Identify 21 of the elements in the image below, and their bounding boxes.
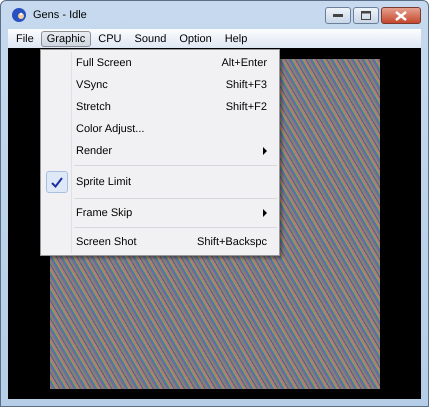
menu-entry[interactable]: Stretch Shift+F2 [41, 96, 279, 118]
window-title: Gens - Idle [33, 9, 88, 21]
menu-entry[interactable]: Full Screen Alt+Enter [41, 52, 279, 74]
menu-item[interactable]: Graphic [40, 30, 92, 46]
maximize-button[interactable] [353, 7, 379, 24]
close-button[interactable] [381, 7, 421, 24]
menu-entry[interactable]: Screen Shot Shift+Backspc [41, 231, 279, 253]
menu-item[interactable]: Help [218, 30, 254, 46]
menu-entry[interactable]: Color Adjust... [41, 118, 279, 140]
close-icon [395, 10, 407, 20]
menu-item[interactable]: File [10, 30, 40, 46]
menu-item[interactable]: Sound [128, 30, 172, 46]
menu-item[interactable]: Option [173, 30, 218, 46]
menu-item[interactable]: CPU [92, 30, 128, 46]
menu-entry[interactable]: Frame Skip [41, 202, 279, 224]
menu-entry[interactable]: Render [41, 140, 279, 162]
minimize-icon [333, 14, 343, 18]
menu-entry[interactable]: Sprite Limit [41, 169, 279, 195]
minimize-button[interactable] [325, 7, 351, 24]
maximize-icon [361, 11, 371, 20]
menu-entry[interactable]: VSync Shift+F3 [41, 74, 279, 96]
